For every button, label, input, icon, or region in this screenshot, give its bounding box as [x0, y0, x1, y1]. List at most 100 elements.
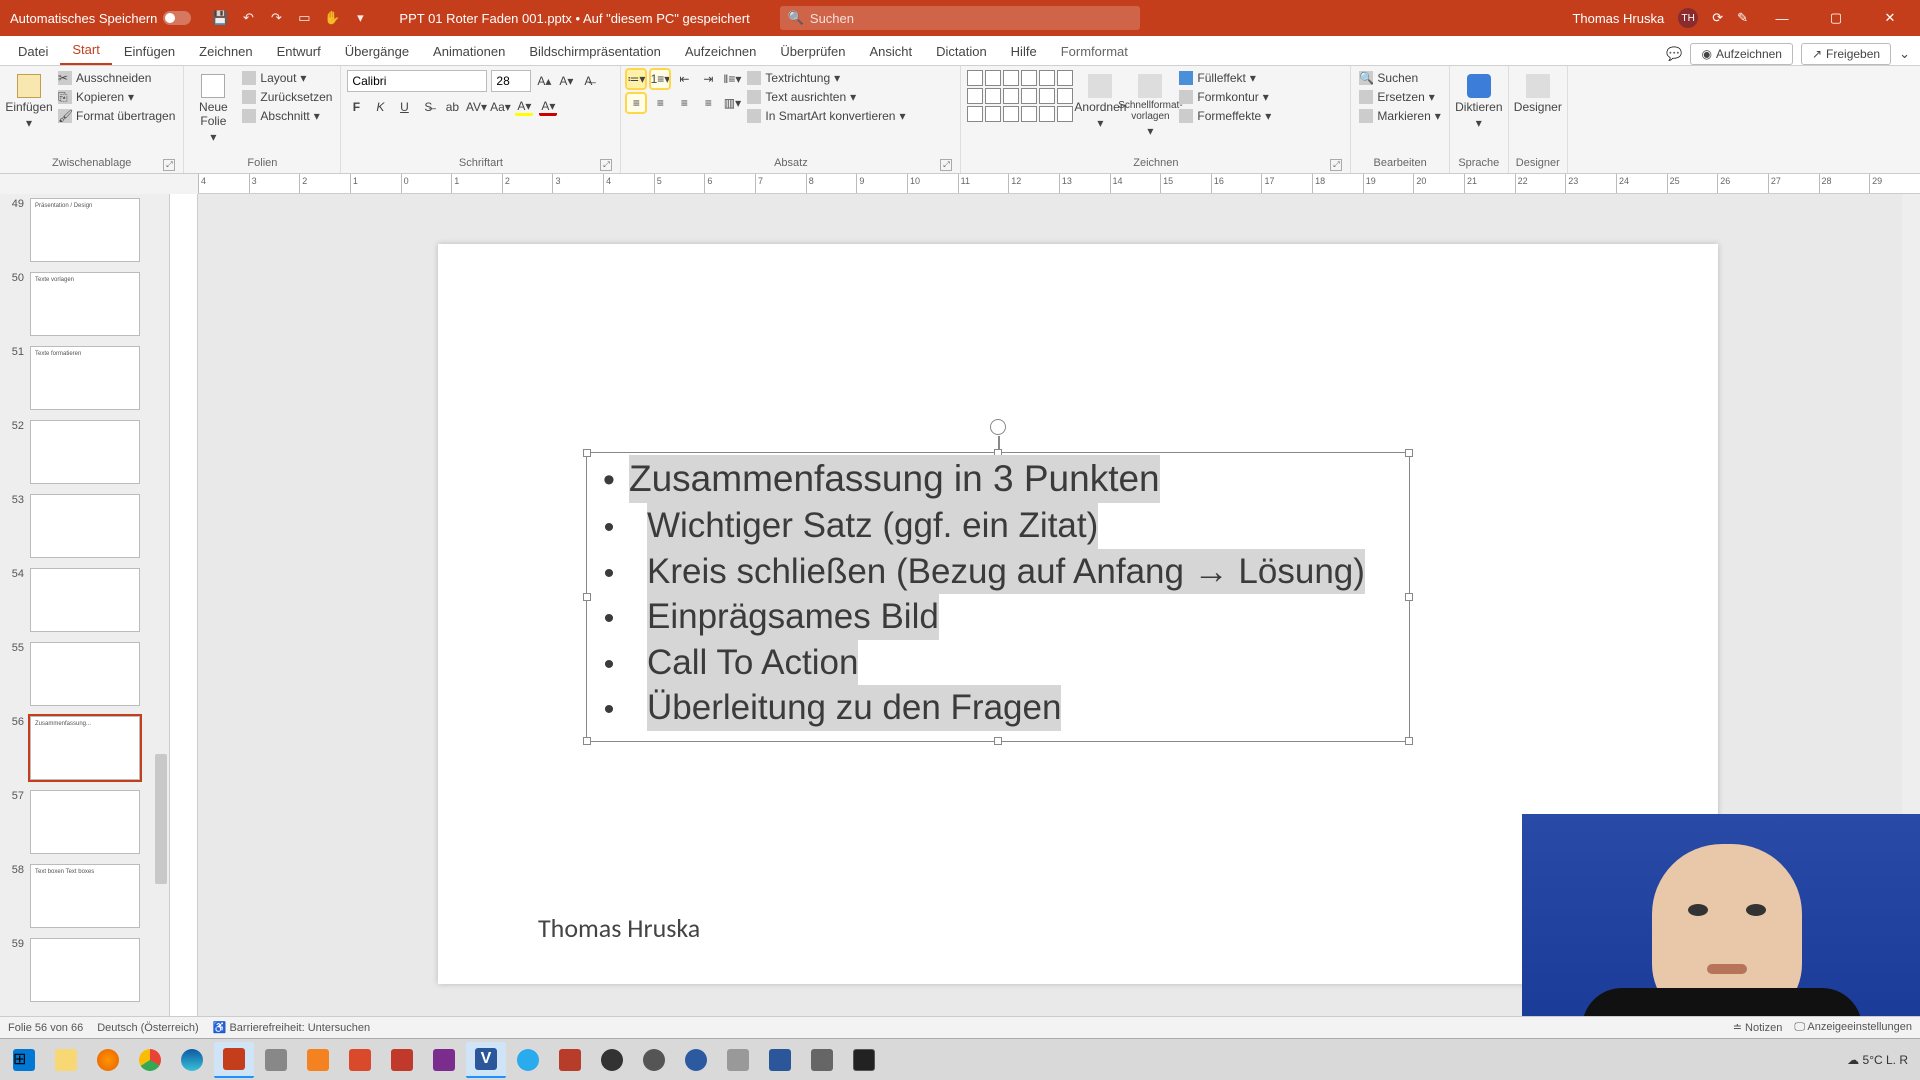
tab-aufzeichnen[interactable]: Aufzeichnen [673, 38, 769, 65]
rotate-handle[interactable] [990, 419, 1006, 435]
select-button[interactable]: Markieren▾ [1357, 108, 1442, 124]
tab-hilfe[interactable]: Hilfe [999, 38, 1049, 65]
app-button-8[interactable] [718, 1042, 758, 1078]
smartart-button[interactable]: In SmartArt konvertieren▾ [745, 108, 907, 124]
line-spacing-button[interactable]: ‖≡▾ [723, 70, 741, 88]
case-button[interactable]: Aa▾ [491, 98, 509, 116]
app-button-2[interactable] [340, 1042, 380, 1078]
close-button[interactable]: ✕ [1870, 0, 1910, 36]
shadow-button[interactable]: ab [443, 98, 461, 116]
bullet-item[interactable]: Wichtiger Satz (ggf. ein Zitat) [589, 503, 1407, 549]
app-button-1[interactable] [256, 1042, 296, 1078]
underline-button[interactable]: U [395, 98, 413, 116]
resize-handle-s[interactable] [994, 737, 1002, 745]
shrink-font-button[interactable]: A▾ [557, 72, 575, 90]
vlc-button[interactable] [298, 1042, 338, 1078]
slide-thumbnail-52[interactable]: 52 [6, 420, 163, 484]
save-icon[interactable]: 💾 [211, 9, 229, 27]
cut-button[interactable]: ✂Ausschneiden [56, 70, 177, 86]
increase-indent-button[interactable]: ⇥ [699, 70, 717, 88]
display-settings-button[interactable]: 🖵 Anzeigeeinstellungen [1794, 1021, 1912, 1034]
system-tray[interactable]: ☁ 5°C L. R [1847, 1053, 1916, 1067]
quick-styles-button[interactable]: Schnellformat- vorlagen▾ [1127, 70, 1173, 142]
shapes-gallery[interactable] [967, 70, 1073, 122]
bullet-item[interactable]: Zusammenfassung in 3 Punkten [589, 455, 1407, 503]
font-launcher[interactable]: ⤢ [600, 159, 612, 171]
app-button-6[interactable] [634, 1042, 674, 1078]
tab-ueberpruefen[interactable]: Überprüfen [768, 38, 857, 65]
strike-button[interactable]: S̶ [419, 98, 437, 116]
align-text-button[interactable]: Text ausrichten▾ [745, 89, 907, 105]
text-direction-button[interactable]: Textrichtung▾ [745, 70, 907, 86]
dictate-button[interactable]: Diktieren▾ [1456, 70, 1502, 134]
paste-button[interactable]: Einfügen▾ [6, 70, 52, 134]
tab-einfuegen[interactable]: Einfügen [112, 38, 187, 65]
slide-thumbnail-56[interactable]: 56Zusammenfassung... [6, 716, 163, 780]
find-button[interactable]: 🔍Suchen [1357, 70, 1442, 86]
comments-icon[interactable]: 💬 [1666, 46, 1682, 62]
thumbnails-scrollbar[interactable] [153, 194, 169, 1016]
slide-thumbnail-58[interactable]: 58Text boxen Text boxes [6, 864, 163, 928]
edge-button[interactable] [172, 1042, 212, 1078]
firefox-button[interactable] [88, 1042, 128, 1078]
draw-icon[interactable]: ✎ [1737, 10, 1748, 26]
shape-fill-button[interactable]: Fülleffekt▾ [1177, 70, 1273, 86]
tab-entwurf[interactable]: Entwurf [265, 38, 333, 65]
slide-thumbnail-57[interactable]: 57 [6, 790, 163, 854]
slide-thumbnail-54[interactable]: 54 [6, 568, 163, 632]
resize-handle-sw[interactable] [583, 737, 591, 745]
paragraph-launcher[interactable]: ⤢ [940, 159, 952, 171]
spacing-button[interactable]: AV▾ [467, 98, 485, 116]
weather-widget[interactable]: ☁ 5°C L. R [1847, 1053, 1908, 1067]
content-textbox[interactable]: Zusammenfassung in 3 PunktenWichtiger Sa… [588, 454, 1408, 732]
decrease-indent-button[interactable]: ⇤ [675, 70, 693, 88]
user-avatar[interactable]: TH [1678, 8, 1698, 28]
bullet-item[interactable]: Einprägsames Bild [589, 594, 1407, 640]
app-button-7[interactable] [676, 1042, 716, 1078]
font-name-input[interactable] [347, 70, 487, 92]
tab-bildschirm[interactable]: Bildschirmpräsentation [517, 38, 673, 65]
slide-thumbnails-panel[interactable]: 49Präsentation / Design 50Texte vorlagen 5… [0, 194, 170, 1016]
chrome-button[interactable] [130, 1042, 170, 1078]
autosave-toggle[interactable]: Automatisches Speichern [0, 11, 201, 26]
bullets-button[interactable]: ≔▾ [627, 70, 645, 88]
tab-ansicht[interactable]: Ansicht [857, 38, 924, 65]
chevron-down-icon[interactable]: ▾ [351, 9, 369, 27]
tab-start[interactable]: Start [60, 36, 111, 65]
slide-thumbnail-49[interactable]: 49Präsentation / Design [6, 198, 163, 262]
word-button[interactable] [760, 1042, 800, 1078]
align-left-button[interactable]: ≡ [627, 94, 645, 112]
font-size-input[interactable] [491, 70, 531, 92]
clear-format-button[interactable]: A̶ [579, 72, 597, 90]
numbering-button[interactable]: 1≡▾ [651, 70, 669, 88]
minimize-button[interactable]: — [1762, 0, 1802, 36]
slide-thumbnail-50[interactable]: 50Texte vorlagen [6, 272, 163, 336]
new-slide-button[interactable]: Neue Folie▾ [190, 70, 236, 148]
designer-button[interactable]: Designer [1515, 70, 1561, 118]
bold-button[interactable]: F [347, 98, 365, 116]
layout-button[interactable]: Layout▾ [240, 70, 334, 86]
share-button[interactable]: ↗ Freigeben [1801, 43, 1891, 65]
highlight-button[interactable]: A▾ [515, 98, 533, 116]
slide-thumbnail-59[interactable]: 59 [6, 938, 163, 1002]
align-center-button[interactable]: ≡ [651, 94, 669, 112]
tab-dictation[interactable]: Dictation [924, 38, 999, 65]
document-title[interactable]: PPT 01 Roter Faden 001.pptx • Auf "diese… [379, 11, 769, 26]
shape-effects-button[interactable]: Formeffekte▾ [1177, 108, 1273, 124]
font-color-button[interactable]: A▾ [539, 98, 557, 116]
tab-zeichnen[interactable]: Zeichnen [187, 38, 264, 65]
grow-font-button[interactable]: A▴ [535, 72, 553, 90]
app-button-4[interactable] [550, 1042, 590, 1078]
slide-count[interactable]: Folie 56 von 66 [8, 1022, 83, 1034]
search-box[interactable]: 🔍 Suchen [780, 6, 1140, 30]
section-button[interactable]: Abschnitt▾ [240, 108, 334, 124]
copy-button[interactable]: ⎘Kopieren▾ [56, 89, 177, 105]
resize-handle-se[interactable] [1405, 737, 1413, 745]
bullet-item[interactable]: Call To Action [589, 640, 1407, 686]
explorer-button[interactable] [46, 1042, 86, 1078]
user-name[interactable]: Thomas Hruska [1572, 11, 1664, 26]
touch-icon[interactable]: ✋ [323, 9, 341, 27]
format-painter-button[interactable]: 🖌Format übertragen [56, 108, 177, 124]
undo-icon[interactable]: ↶ [239, 9, 257, 27]
tab-uebergaenge[interactable]: Übergänge [333, 38, 421, 65]
